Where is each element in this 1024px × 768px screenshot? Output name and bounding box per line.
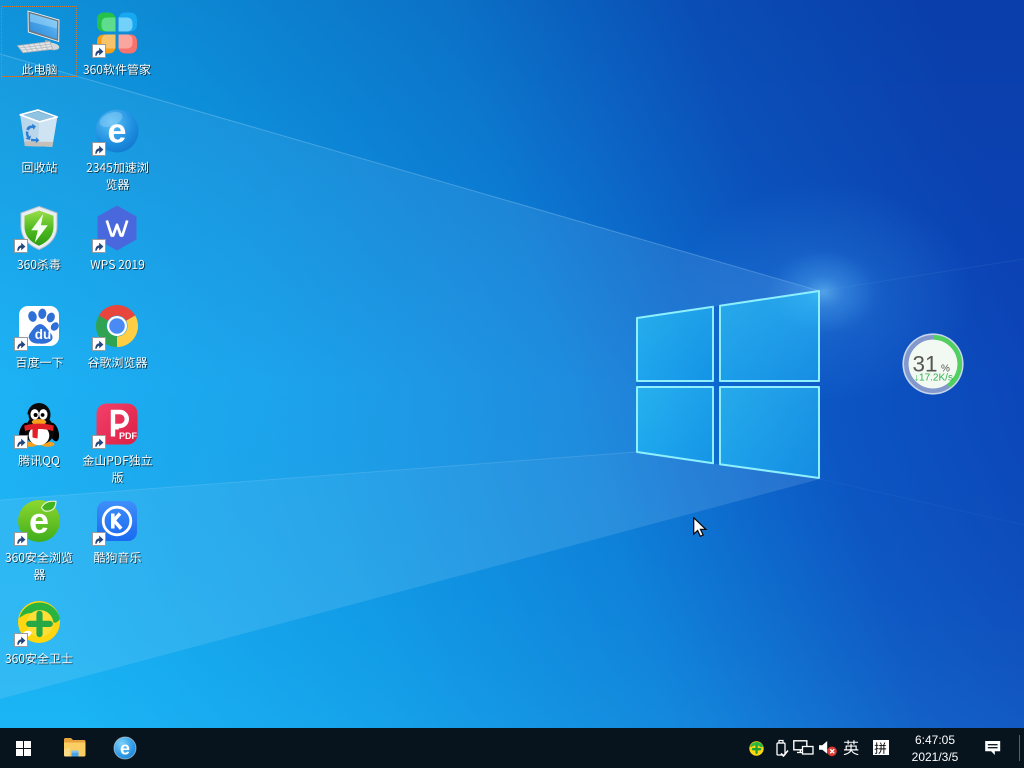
svg-text:↓17.2K/s: ↓17.2K/s — [914, 373, 953, 384]
svg-text:PDF: PDF — [119, 431, 138, 441]
svg-text:e: e — [120, 739, 130, 759]
svg-text:du: du — [35, 327, 52, 342]
svg-text:e: e — [108, 112, 127, 150]
